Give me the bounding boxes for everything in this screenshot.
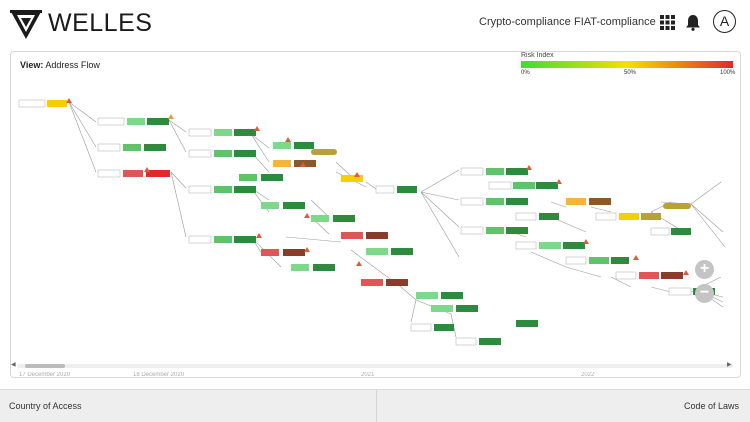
bell-icon[interactable] [685, 14, 701, 31]
top-header: WELLES Crypto-compliance FIAT-compliance… [0, 0, 750, 46]
timeline-label: 2021 [361, 372, 375, 378]
address-flow-panel: View: Address Flow Risk Index 0% 50% 100… [10, 51, 741, 378]
footer-country-section[interactable]: Country of Access [0, 390, 377, 422]
flow-nodes [18, 98, 715, 346]
nav-fiat-compliance[interactable]: FIAT-compliance [574, 16, 656, 28]
address-flow-graph[interactable] [11, 52, 741, 364]
scroll-right-arrow-icon[interactable]: ▶ [727, 361, 732, 368]
footer-bar: Country of Access Code of Laws [0, 389, 750, 422]
scrollbar-thumb[interactable] [25, 364, 65, 368]
horizontal-scrollbar[interactable] [17, 364, 733, 368]
timeline-label: 2022 [581, 372, 595, 378]
scroll-left-arrow-icon[interactable]: ◀ [11, 361, 16, 368]
timeline-label: 18 December 2020 [133, 372, 185, 378]
timeline-label: 17 December 2020 [19, 372, 71, 378]
nav-crypto-compliance[interactable]: Crypto-compliance [479, 16, 571, 28]
zoom-out-button[interactable]: − [695, 284, 714, 303]
code-of-laws-label[interactable]: Code of Laws [684, 401, 739, 411]
zoom-in-button[interactable]: + [695, 260, 714, 279]
welles-logo-icon [10, 10, 42, 39]
country-of-access-label: Country of Access [9, 401, 82, 411]
brand-name: WELLES [48, 9, 153, 37]
apps-grid-icon[interactable] [660, 15, 675, 30]
user-avatar[interactable]: A [713, 10, 736, 33]
